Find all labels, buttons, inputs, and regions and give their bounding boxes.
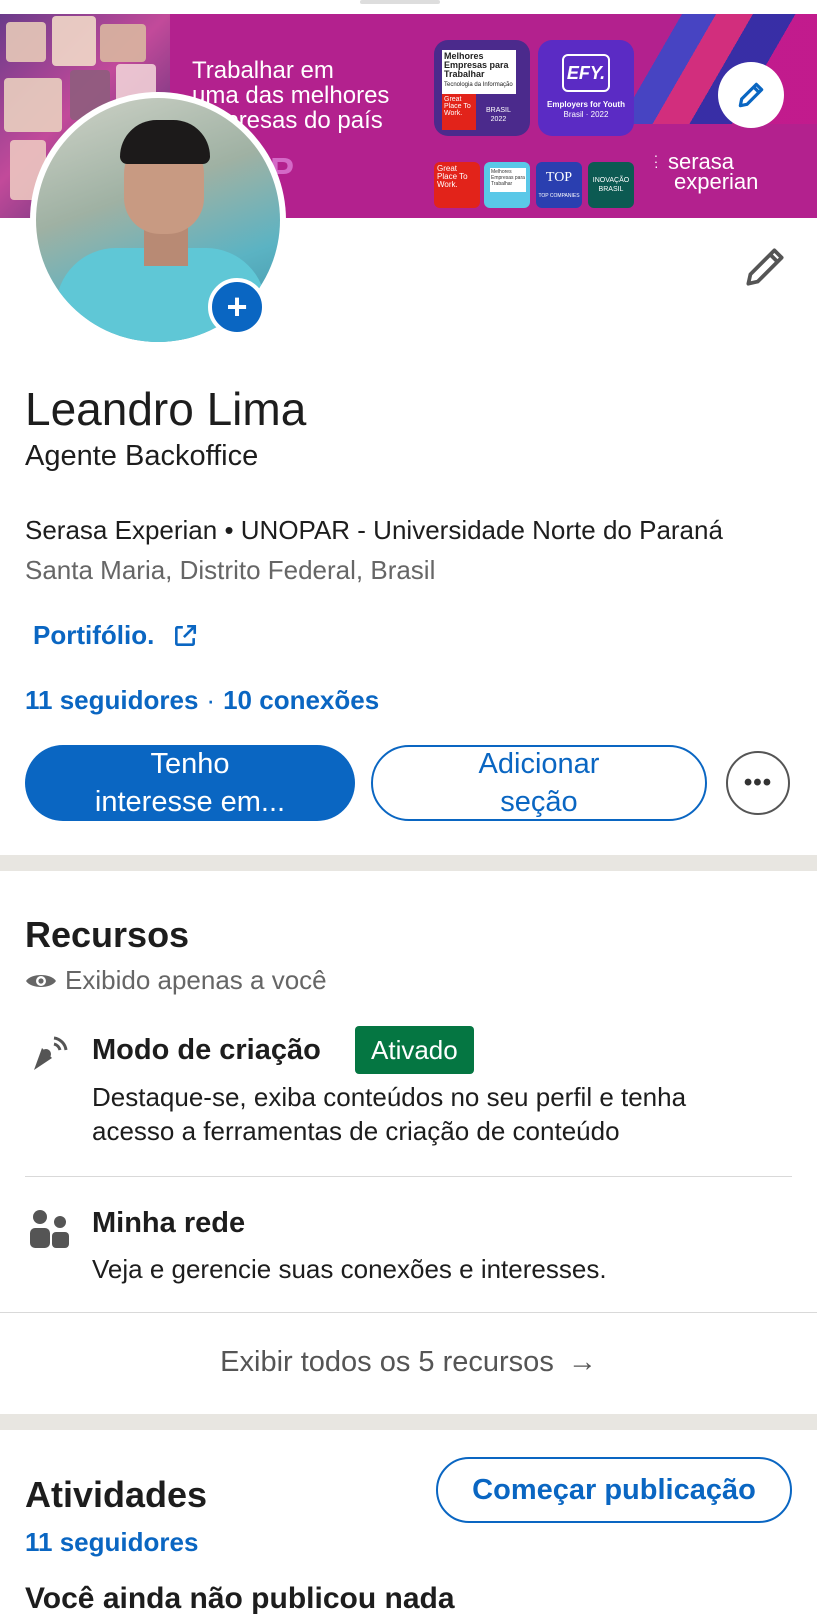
edit-intro-button[interactable] xyxy=(740,242,790,292)
add-section-button[interactable]: Adicionar seção xyxy=(371,745,707,821)
profile-location: Santa Maria, Distrito Federal, Brasil xyxy=(25,555,436,585)
edit-banner-button[interactable] xyxy=(718,62,784,128)
serasa-experian-logo: : · serasa experian xyxy=(654,149,759,194)
badge-inovacao-brasil: INOVAÇÃO BRASIL xyxy=(588,162,634,208)
profile-companies[interactable]: Serasa Experian • UNOPAR - Universidade … xyxy=(25,515,723,546)
add-photo-button[interactable]: + xyxy=(208,278,266,336)
activity-followers-link[interactable]: 11 seguidores xyxy=(25,1527,198,1558)
pencil-icon xyxy=(738,82,764,108)
portfolio-label: Portifólio. xyxy=(33,620,155,650)
activity-title: Atividades xyxy=(25,1474,208,1515)
eye-icon xyxy=(26,974,56,987)
badge-top-companies: TOP TOP COMPANIES xyxy=(536,162,582,208)
followers-link[interactable]: 11 seguidores xyxy=(25,685,198,715)
portfolio-link[interactable]: Portifólio. xyxy=(33,620,198,651)
open-to-button[interactable]: Tenho interesse em... xyxy=(25,745,355,821)
external-link-icon xyxy=(175,624,197,646)
profile-name: Leandro Lima xyxy=(25,383,307,435)
more-actions-button[interactable]: ••• xyxy=(726,751,790,815)
top-strip xyxy=(0,0,817,14)
section-divider xyxy=(0,1414,817,1430)
add-icon: + xyxy=(226,286,248,327)
start-post-button[interactable]: Começar publicação xyxy=(436,1457,792,1523)
stats-separator: · xyxy=(206,685,216,715)
badge-melhores-empresas-small: Melhores Empresas para Trabalhar xyxy=(484,162,530,208)
resources-title: Recursos xyxy=(25,914,190,955)
private-note: Exibido apenas a você xyxy=(25,965,327,996)
profile-headline: Agente Backoffice xyxy=(25,440,259,472)
people-icon xyxy=(28,1208,74,1254)
resource-network-description: Veja e gerencie suas conexões e interess… xyxy=(92,1254,607,1284)
status-badge: Ativado xyxy=(355,1026,474,1074)
resources-footer-separator xyxy=(0,1312,817,1313)
more-icon: ••• xyxy=(743,769,773,796)
badge-melhores-empresas: Melhores Empresas para Trabalhar Tecnolog… xyxy=(434,40,530,136)
show-all-resources-link[interactable]: Exibir todos os 5 recursos → xyxy=(0,1346,817,1379)
activity-empty-text: Você ainda não publicou nada xyxy=(25,1582,455,1615)
arrow-right-icon: → xyxy=(567,1346,597,1378)
network-stats: 11 seguidores · 10 conexões xyxy=(25,685,379,716)
connections-link[interactable]: 10 conexões xyxy=(223,685,379,715)
drag-handle xyxy=(360,0,440,4)
resource-creator-description: Destaque-se, exiba conteúdos no seu perf… xyxy=(92,1082,687,1146)
resource-separator xyxy=(25,1176,792,1177)
pencil-icon xyxy=(746,248,784,286)
section-divider xyxy=(0,855,817,871)
badge-great-place-to-work: Great Place To Work. xyxy=(434,162,480,208)
resource-creator-mode[interactable]: Modo de criação xyxy=(92,1034,321,1067)
resource-my-network[interactable]: Minha rede xyxy=(92,1207,245,1240)
badge-employers-for-youth: EFY. Employers for Youth Brasil · 2022 xyxy=(538,40,634,136)
broadcast-icon xyxy=(28,1030,74,1076)
